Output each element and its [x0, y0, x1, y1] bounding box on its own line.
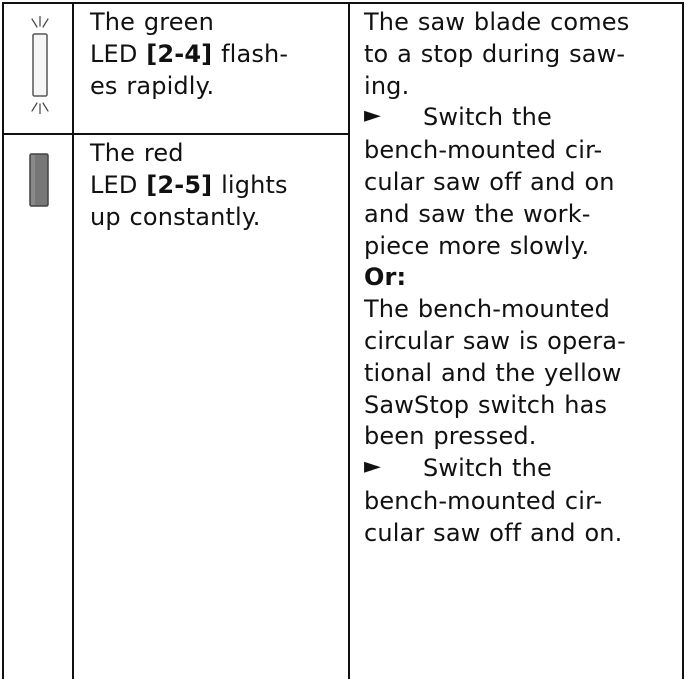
remedy-line: bench-mounted cir-: [364, 486, 603, 515]
text-line: up constantly.: [90, 202, 340, 234]
component-reference: [2-4]: [146, 39, 213, 68]
remedy-line: been pressed.: [364, 422, 537, 451]
remedy-line: circular saw is opera-: [364, 326, 626, 355]
remedy-line: and saw the work-: [364, 199, 591, 228]
remedy-line: to a stop during saw-: [364, 39, 626, 68]
flashing-led-icon: [29, 15, 51, 115]
remedy-line: SawStop switch has: [364, 390, 608, 419]
table-divider-icon-column: [72, 2, 74, 679]
remedy-line: The bench-mounted: [364, 295, 610, 324]
remedy-line: piece more slowly.: [364, 231, 590, 260]
led-troubleshooting-table: The green LED [2-4] flash-es rapidly. The…: [2, 2, 684, 679]
arrow-marker-icon: ►: [364, 103, 382, 129]
text-segment: The red: [90, 139, 184, 167]
remedy-line: bench-mounted cir-: [364, 136, 603, 165]
text-segment: LED: [90, 170, 147, 199]
text-line: LED [2-5] lights: [90, 170, 340, 202]
text-line: The red: [90, 138, 340, 170]
text-segment: LED: [90, 39, 147, 68]
green-led-status-text: The green LED [2-4] flash-es rapidly.: [90, 7, 340, 102]
alternative-heading: Or:: [364, 263, 407, 292]
text-line: The green: [90, 7, 340, 39]
table-border-left: [2, 2, 4, 679]
remedy-line: cular saw off and on.: [364, 518, 623, 547]
text-line: LED [2-4] flash-: [90, 39, 340, 71]
action-step-text: Switch the: [423, 103, 552, 132]
component-reference: [2-5]: [146, 170, 213, 199]
text-segment: up constantly.: [90, 202, 261, 231]
text-segment: flash-: [212, 39, 289, 68]
red-led-status-text: The red LED [2-5] lights up constantly.: [90, 138, 340, 233]
table-border-top: [2, 2, 684, 4]
remedy-instructions: The saw blade comes to a stop during saw-…: [364, 7, 680, 550]
remedy-line: tional and the yellow: [364, 358, 622, 387]
remedy-line: The saw blade comes: [364, 8, 630, 36]
table-row-divider: [2, 133, 350, 135]
text-segment: lights: [212, 170, 288, 199]
table-border-right: [682, 2, 684, 679]
remedy-line: cular saw off and on: [364, 167, 615, 196]
action-step: ► Switch the: [364, 102, 680, 135]
text-line: es rapidly.: [90, 71, 340, 103]
arrow-marker-icon: ►: [364, 454, 382, 480]
text-segment: es rapidly.: [90, 71, 215, 100]
remedy-line: ing.: [364, 71, 410, 100]
action-step: ► Switch the: [364, 453, 680, 486]
table-divider-remedy-column: [348, 2, 350, 679]
steady-led-icon: [29, 153, 49, 209]
action-step-text: Switch the: [423, 454, 552, 483]
text-segment: The green: [90, 8, 214, 36]
